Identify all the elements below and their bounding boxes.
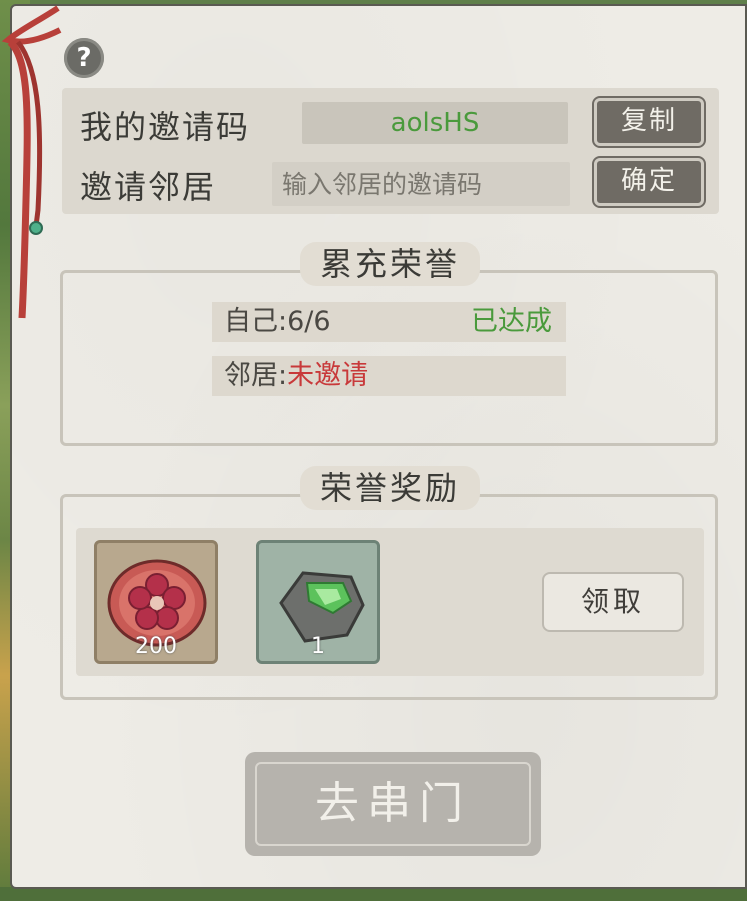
self-achieved-status: 已达成 [471,306,552,337]
cumulative-honor-title: 累充荣誉 [299,242,481,286]
go-visit-button-frame [255,762,531,846]
go-visit-button[interactable]: 去串门 [245,752,541,856]
my-invite-code-value: aolsHS [302,102,568,144]
neighbor-code-input[interactable] [272,162,570,206]
my-invite-code-label: 我的邀请码 [80,108,251,146]
bottom-border [0,887,747,901]
self-label: 自己: [224,306,288,337]
neighbor-progress-row: 邻居:未邀请 [212,356,566,396]
item-count: 200 [135,634,177,659]
confirm-button[interactable]: 确定 [592,156,706,208]
self-progress-value: 6/6 [287,306,331,337]
copy-button[interactable]: 复制 [592,96,706,148]
self-progress-row: 自己:6/6 已达成 [212,302,566,342]
neighbor-label: 邻居: [224,360,288,391]
reward-item-plum-token[interactable]: 200 [94,540,218,664]
claim-button[interactable]: 领取 [542,572,684,632]
honor-reward-title: 荣誉奖励 [299,466,481,510]
invite-neighbor-label: 邀请邻居 [80,168,217,206]
help-icon[interactable]: ? [64,38,104,78]
reward-item-jade-stone[interactable]: 1 [256,540,380,664]
neighbor-status: 未邀请 [287,360,369,391]
item-count: 1 [311,634,325,659]
